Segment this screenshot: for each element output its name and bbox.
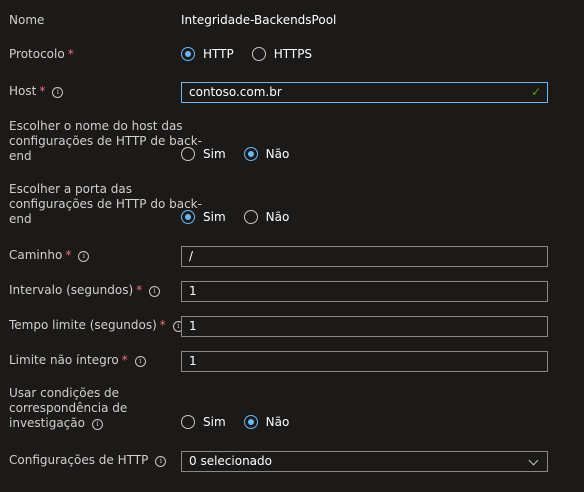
protocol-radio-group: HTTP HTTPS (181, 47, 330, 61)
radio-button[interactable] (181, 415, 195, 429)
info-icon[interactable]: i (155, 456, 167, 467)
required-marker: * (121, 353, 128, 367)
required-marker: * (67, 47, 74, 61)
pick-host-option-nao[interactable]: Não (243, 147, 290, 161)
protocol-label: Protocolo (9, 47, 65, 61)
radio-button[interactable] (243, 147, 258, 161)
radio-label: Sim (203, 210, 226, 224)
interval-label: Intervalo (segundos) (9, 283, 134, 297)
info-icon[interactable]: i (52, 87, 64, 98)
checkmark-icon: ✓ (530, 85, 541, 99)
http-settings-value: 0 selecionado (189, 454, 272, 468)
interval-input[interactable]: 1 (181, 281, 548, 302)
protocol-option-http[interactable]: HTTP (181, 47, 234, 61)
info-icon[interactable]: i (91, 419, 103, 430)
pick-host-radio-group: Sim Não (181, 147, 307, 161)
timeout-input[interactable]: 1 (181, 316, 548, 337)
host-input-value: contoso.com.br (189, 85, 282, 99)
match-label: Usar condições de correspondência de inv… (9, 386, 128, 430)
protocol-option-https[interactable]: HTTPS (251, 47, 313, 61)
radio-button[interactable] (181, 47, 195, 61)
required-marker: * (136, 283, 143, 297)
radio-button[interactable] (243, 210, 258, 224)
pick-port-label: Escolher a porta das configurações de HT… (9, 182, 202, 226)
radio-button[interactable] (243, 415, 258, 429)
required-marker: * (159, 318, 166, 332)
radio-label: HTTP (203, 47, 234, 61)
match-radio-group: Sim Não (181, 415, 307, 429)
pick-port-option-sim[interactable]: Sim (181, 210, 226, 224)
radio-label: Não (265, 415, 290, 429)
path-input[interactable]: / (181, 246, 548, 267)
name-label: Nome (9, 13, 45, 27)
info-icon[interactable]: i (149, 286, 161, 297)
pick-port-radio-group: Sim Não (181, 210, 307, 224)
http-settings-label: Configurações de HTTP (9, 453, 149, 467)
pick-host-option-sim[interactable]: Sim (181, 147, 226, 161)
radio-label: Não (265, 210, 290, 224)
timeout-label: Tempo limite (segundos) (9, 318, 157, 332)
radio-label: Não (265, 147, 290, 161)
http-settings-dropdown[interactable]: 0 selecionado (181, 451, 548, 472)
path-label: Caminho (9, 248, 63, 262)
host-input[interactable]: contoso.com.br ✓ (181, 82, 548, 103)
host-label: Host (9, 84, 37, 98)
chevron-down-icon (528, 455, 539, 466)
pick-port-option-nao[interactable]: Não (243, 210, 290, 224)
name-value: Integridade-BackendsPool (181, 13, 337, 27)
unhealthy-label: Limite não íntegro (9, 353, 119, 367)
required-marker: * (39, 84, 46, 98)
required-marker: * (65, 248, 72, 262)
radio-label: Sim (203, 147, 226, 161)
match-option-sim[interactable]: Sim (181, 415, 226, 429)
pick-host-label: Escolher o nome do host das configuraçõe… (9, 119, 203, 163)
radio-button[interactable] (181, 147, 195, 161)
radio-button[interactable] (181, 210, 195, 224)
radio-label: HTTPS (273, 47, 313, 61)
match-option-nao[interactable]: Não (243, 415, 290, 429)
unhealthy-input[interactable]: 1 (181, 351, 548, 372)
info-icon[interactable]: i (134, 356, 146, 367)
radio-label: Sim (203, 415, 226, 429)
info-icon[interactable]: i (78, 251, 90, 262)
radio-button[interactable] (251, 47, 266, 61)
